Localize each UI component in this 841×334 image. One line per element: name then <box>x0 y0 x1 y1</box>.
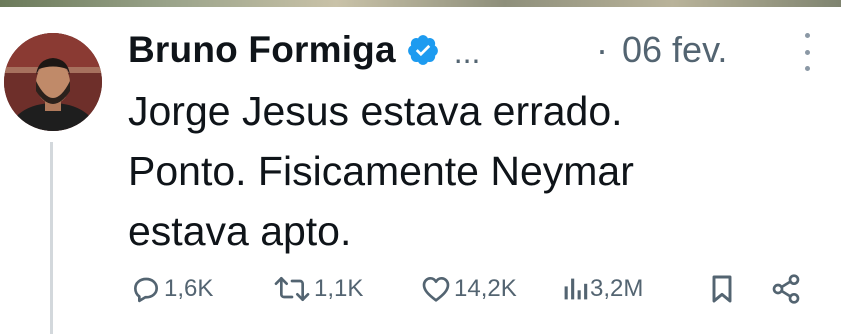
tweet-text: Jorge Jesus estava errado. Ponto. Fisica… <box>128 81 808 261</box>
bookmark-button[interactable] <box>708 269 736 309</box>
reply-button[interactable]: 1,6K <box>130 269 213 309</box>
tweet-text-line: Jorge Jesus estava errado. <box>128 88 623 134</box>
thread-line <box>50 142 53 334</box>
reply-icon <box>130 273 162 305</box>
cropped-image-strip <box>0 0 841 7</box>
repost-icon <box>272 273 312 305</box>
avatar[interactable] <box>4 33 102 131</box>
tweet-date[interactable]: 06 fev. <box>622 25 727 75</box>
views-button[interactable]: 3,2M <box>562 269 643 309</box>
author-display-name[interactable]: Bruno Formiga <box>128 29 396 71</box>
tweet-header: Bruno Formiga ... <box>128 25 480 75</box>
repost-button[interactable]: 1,1K <box>272 269 363 309</box>
tweet-actions-bar: 1,6K 1,1K 14,2K 3,2M <box>130 269 810 309</box>
reply-count: 1,6K <box>164 275 214 302</box>
heart-icon <box>420 273 452 305</box>
tweet-text-line: estava apto. <box>128 208 352 254</box>
share-icon <box>770 273 802 305</box>
like-count: 14,2K <box>454 275 517 302</box>
views-icon <box>562 273 588 305</box>
date-separator: · <box>596 29 608 70</box>
repost-count: 1,1K <box>314 275 364 302</box>
verified-badge-icon <box>406 33 440 67</box>
name-truncation-ellipsis: ... <box>453 33 481 70</box>
more-vertical-icon[interactable] <box>800 33 814 71</box>
tweet-card[interactable]: Bruno Formiga ... · 06 fev. Jorge Jesus … <box>0 7 841 334</box>
like-button[interactable]: 14,2K <box>420 269 517 309</box>
tweet-text-line: Ponto. Fisicamente Neymar <box>128 148 634 194</box>
views-count: 3,2M <box>590 275 644 302</box>
bookmark-icon <box>708 273 736 305</box>
share-button[interactable] <box>770 269 802 309</box>
